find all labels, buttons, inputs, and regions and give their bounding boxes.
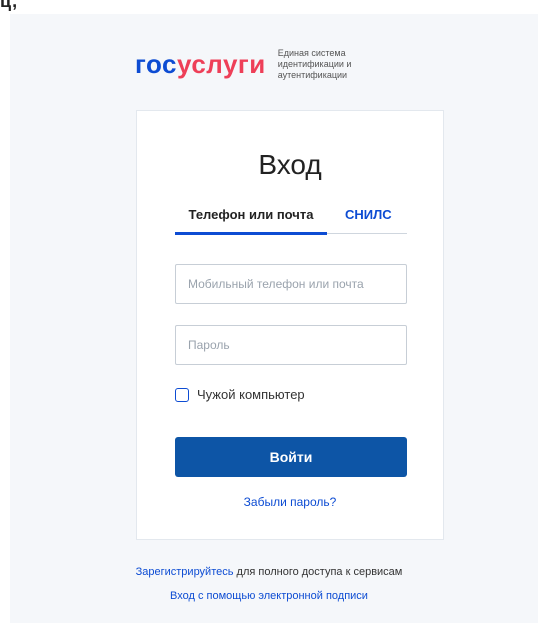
cropped-heading-fragment: ц, — [0, 0, 19, 11]
top-crop: ц, — [0, 0, 538, 14]
foreign-computer-checkbox-row[interactable]: Чужой компьютер — [175, 387, 305, 402]
login-card: Вход Телефон или почта СНИЛС Мобильный т… — [136, 110, 444, 540]
forgot-password-link[interactable]: Забыли пароль? — [137, 495, 443, 509]
esign-login-link[interactable]: Вход с помощью электронной подписи — [0, 590, 538, 602]
gosuslugi-logo[interactable]: госуслуги — [135, 51, 266, 77]
tab-phone-or-email[interactable]: Телефон или почта — [175, 207, 327, 235]
login-input-placeholder: Мобильный телефон или почта — [188, 277, 364, 291]
password-input[interactable]: Пароль — [175, 325, 407, 365]
register-link[interactable]: Зарегистрируйтесь — [136, 566, 234, 578]
logo-tagline: Единая система идентификации и аутентифи… — [277, 47, 352, 80]
foreign-computer-label[interactable]: Чужой компьютер — [197, 387, 305, 402]
login-button[interactable]: Войти — [175, 437, 407, 477]
password-input-placeholder: Пароль — [188, 338, 230, 352]
logo-part-uslugi: услуги — [177, 49, 266, 79]
tab-snils[interactable]: СНИЛС — [345, 207, 392, 222]
logo-part-gos: гос — [135, 49, 177, 79]
login-tabs: Телефон или почта СНИЛС — [175, 205, 407, 235]
login-input[interactable]: Мобильный телефон или почта — [175, 264, 407, 304]
register-text: для полного доступа к сервисам — [233, 566, 403, 578]
header: госуслуги Единая система идентификации и… — [135, 44, 408, 84]
page: ц, госуслуги Единая система идентификаци… — [0, 0, 538, 623]
register-line: Зарегистрируйтесь для полного доступа к … — [0, 566, 538, 578]
page-title: Вход — [258, 149, 322, 180]
checkbox-icon[interactable] — [175, 387, 189, 402]
